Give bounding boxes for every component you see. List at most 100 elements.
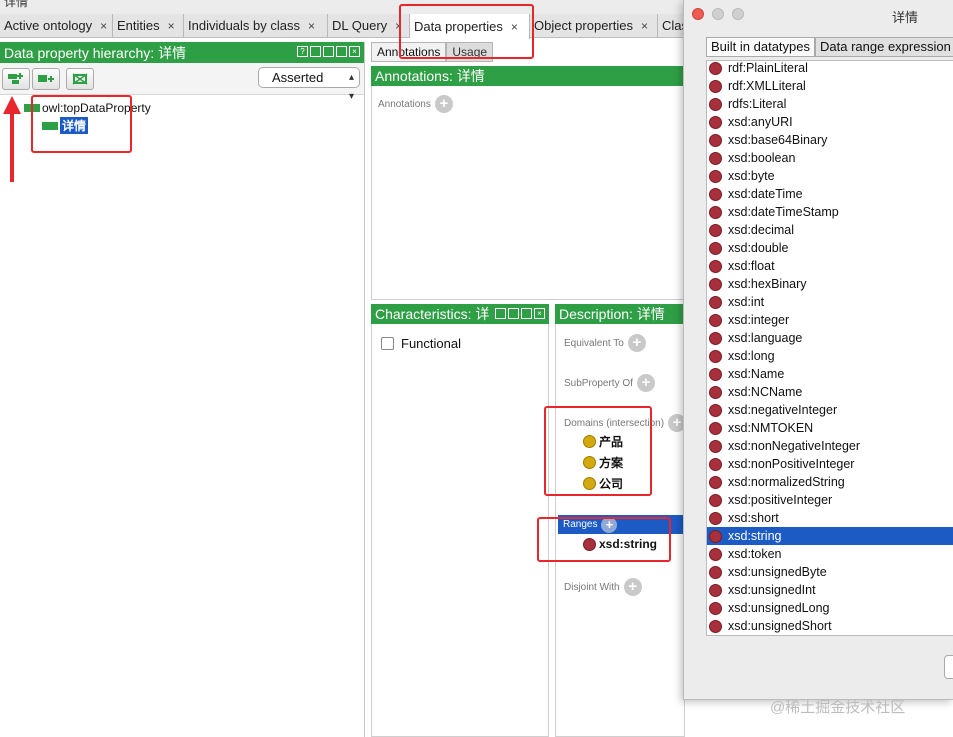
datatype-label: xsd:int	[728, 295, 765, 309]
datatype-item[interactable]: xsd:unsignedByte	[707, 563, 953, 581]
delete-property-button[interactable]	[66, 68, 94, 90]
datatype-icon	[709, 205, 722, 219]
tab-data-range-expression[interactable]: Data range expression	[815, 37, 953, 57]
datatype-item[interactable]: xsd:boolean	[707, 149, 953, 167]
delete-property-icon	[72, 73, 88, 85]
datatype-item[interactable]: xsd:short	[707, 509, 953, 527]
datatype-icon	[709, 331, 722, 345]
add-sibling-property-icon	[38, 75, 54, 82]
datatype-icon	[709, 259, 722, 273]
datatype-item[interactable]: xsd:long	[707, 347, 953, 365]
datatype-icon	[709, 79, 722, 93]
datatype-item[interactable]: xsd:NCName	[707, 383, 953, 401]
add-equivalent-icon[interactable]: +	[627, 334, 646, 352]
datatype-item[interactable]: xsd:string	[707, 527, 953, 545]
datatype-label: xsd:token	[728, 547, 782, 561]
dialog-ok-button[interactable]	[944, 655, 953, 679]
datatype-item[interactable]: xsd:dateTimeStamp	[707, 203, 953, 221]
datatype-item[interactable]: xsd:float	[707, 257, 953, 275]
tab-dl-query[interactable]: DL Query ×	[328, 14, 410, 37]
datatype-item[interactable]: xsd:unsignedInt	[707, 581, 953, 599]
datatype-item[interactable]: xsd:language	[707, 329, 953, 347]
highlight-tree-node	[31, 95, 132, 153]
split-horizontal-icon[interactable]	[323, 46, 334, 57]
datatype-item[interactable]: xsd:hexBinary	[707, 275, 953, 293]
close-view-icon[interactable]: ×	[349, 46, 360, 57]
description-title: Description: 详情	[559, 306, 665, 322]
close-icon[interactable]: ×	[641, 19, 648, 33]
datatype-label: xsd:language	[728, 331, 803, 345]
split-vertical-icon[interactable]	[310, 46, 321, 57]
datatype-item[interactable]: xsd:unsignedShort	[707, 617, 953, 635]
datatype-label: xsd:decimal	[728, 223, 794, 237]
subproperty-of-section: SubProperty Of +	[564, 374, 655, 392]
datatype-icon	[709, 457, 722, 471]
datatype-label: xsd:unsignedInt	[728, 583, 816, 597]
zoom-window-icon[interactable]	[732, 8, 744, 20]
datatype-icon	[709, 403, 722, 417]
functional-checkbox[interactable]: Functional	[381, 336, 461, 351]
datatype-item[interactable]: xsd:double	[707, 239, 953, 257]
split-horizontal-icon[interactable]	[508, 308, 519, 319]
datatype-list[interactable]: rdf:PlainLiteral rdf:XMLLiteral rdfs:Liter…	[706, 60, 953, 636]
datatype-item[interactable]: xsd:byte	[707, 167, 953, 185]
close-icon[interactable]: ×	[308, 19, 315, 33]
datatype-item[interactable]: xsd:nonPositiveInteger	[707, 455, 953, 473]
annotations-label: Annotations	[378, 98, 431, 110]
split-vertical-icon[interactable]	[495, 308, 506, 319]
datatype-label: xsd:Name	[728, 367, 785, 381]
datatype-item[interactable]: xsd:int	[707, 293, 953, 311]
datatype-label: rdf:PlainLiteral	[728, 61, 808, 75]
datatype-label: xsd:float	[728, 259, 775, 273]
close-window-icon[interactable]	[692, 8, 704, 20]
datatype-label: xsd:anyURI	[728, 115, 793, 129]
datatype-item[interactable]: xsd:integer	[707, 311, 953, 329]
annotations-header: Annotations: 详情	[371, 66, 685, 86]
close-icon[interactable]: ×	[168, 19, 175, 33]
datatype-label: xsd:string	[728, 529, 782, 543]
annotations-title: Annotations: 详情	[375, 68, 485, 84]
datatype-item[interactable]: rdfs:Literal	[707, 95, 953, 113]
tab-active-ontology[interactable]: Active ontology ×	[0, 14, 113, 37]
datatype-item[interactable]: xsd:anyURI	[707, 113, 953, 131]
add-annotation-icon[interactable]: +	[434, 95, 453, 113]
datatype-item[interactable]: xsd:normalizedString	[707, 473, 953, 491]
tab-individuals-by-class[interactable]: Individuals by class ×	[184, 14, 328, 37]
hierarchy-header: Data property hierarchy: 详情 ? ×	[0, 42, 364, 63]
datatype-item[interactable]: xsd:nonNegativeInteger	[707, 437, 953, 455]
add-sub-property-button[interactable]	[2, 68, 30, 90]
datatype-label: xsd:positiveInteger	[728, 493, 833, 507]
add-sibling-property-button[interactable]	[32, 68, 60, 90]
watermark: @稀土掘金技术社区	[770, 699, 906, 716]
checkbox-box	[381, 337, 394, 350]
datatype-item[interactable]: xsd:dateTime	[707, 185, 953, 203]
datatype-item[interactable]: xsd:token	[707, 545, 953, 563]
datatype-item[interactable]: rdf:XMLLiteral	[707, 77, 953, 95]
datatype-item[interactable]: xsd:positiveInteger	[707, 491, 953, 509]
datatype-label: xsd:long	[728, 349, 775, 363]
datatype-item[interactable]: xsd:base64Binary	[707, 131, 953, 149]
tab-object-properties[interactable]: Object properties ×	[530, 14, 658, 37]
datatype-icon	[709, 61, 722, 75]
close-view-icon[interactable]: ×	[534, 308, 545, 319]
tab-entities[interactable]: Entities ×	[113, 14, 184, 37]
datatype-item[interactable]: xsd:negativeInteger	[707, 401, 953, 419]
help-icon[interactable]: ?	[297, 46, 308, 57]
tab-built-in-datatypes[interactable]: Built in datatypes	[706, 37, 816, 57]
close-icon[interactable]: ×	[100, 19, 107, 33]
view-mode-select[interactable]: Asserted ▴ ▾	[258, 67, 360, 102]
datatype-item[interactable]: rdf:PlainLiteral	[707, 61, 953, 77]
maximize-icon[interactable]	[336, 46, 347, 57]
datatype-item[interactable]: xsd:NMTOKEN	[707, 419, 953, 437]
datatype-icon	[709, 619, 722, 633]
datatype-item[interactable]: xsd:decimal	[707, 221, 953, 239]
datatype-label: xsd:nonNegativeInteger	[728, 439, 861, 453]
add-superproperty-icon[interactable]: +	[636, 374, 655, 392]
hierarchy-title: Data property hierarchy: 详情	[4, 44, 187, 61]
datatype-item[interactable]: xsd:unsignedLong	[707, 599, 953, 617]
datatype-item[interactable]: xsd:Name	[707, 365, 953, 383]
datatype-label: xsd:negativeInteger	[728, 403, 838, 417]
minimize-window-icon[interactable]	[712, 8, 724, 20]
add-disjoint-icon[interactable]: +	[623, 578, 642, 596]
maximize-icon[interactable]	[521, 308, 532, 319]
